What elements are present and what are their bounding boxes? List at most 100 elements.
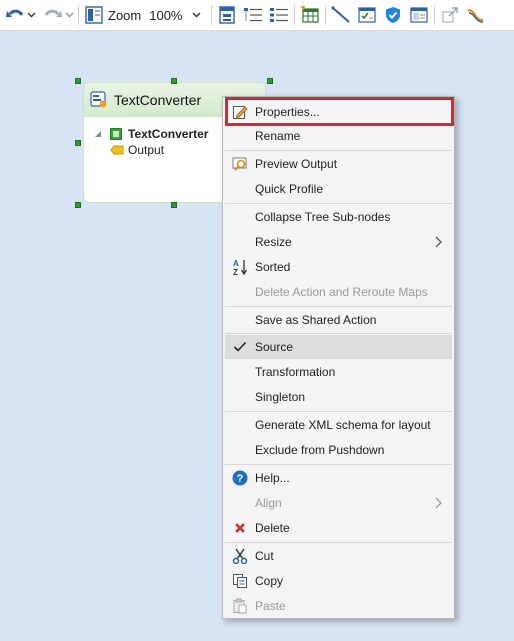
copy-icon (233, 574, 247, 588)
undo-dropdown[interactable] (26, 3, 36, 27)
toolbar-divider (211, 5, 213, 25)
menu-item-label: Resize (255, 235, 292, 249)
menu-item-label: Exclude from Pushdown (255, 443, 385, 457)
layout-icon (85, 6, 103, 24)
resize-handle[interactable] (75, 202, 81, 208)
menu-separator (225, 333, 452, 334)
route-icon (468, 9, 484, 23)
resize-handle[interactable] (171, 202, 177, 208)
highlight-annotation (225, 97, 454, 126)
svg-text:?: ? (237, 473, 244, 485)
resize-handle[interactable] (267, 78, 273, 84)
menu-item-save-shared-action[interactable]: Save as Shared Action (225, 308, 452, 332)
scissors-icon (232, 548, 248, 564)
layout-button[interactable] (83, 3, 105, 27)
line-icon (331, 6, 351, 23)
help-icon: ? (232, 470, 248, 486)
menu-item-sorted[interactable]: A Z Sorted (225, 255, 452, 279)
chevron-down-icon (27, 12, 35, 18)
tree-list-button[interactable] (242, 3, 264, 27)
output-icon (110, 145, 124, 155)
chevron-right-icon (435, 497, 442, 509)
menu-item-help[interactable]: ? Help... (225, 466, 452, 490)
tree-list2-button[interactable] (268, 3, 290, 27)
record-icon (110, 128, 122, 140)
undo-icon (6, 9, 24, 17)
menu-item-source[interactable]: Source (225, 335, 452, 359)
redo-button[interactable] (42, 3, 64, 27)
menu-item-label: Delete Action and Reroute Maps (255, 285, 428, 299)
menu-item-exclude-pushdown[interactable]: Exclude from Pushdown (225, 438, 452, 462)
menu-item-preview-output[interactable]: Preview Output (225, 152, 452, 176)
menu-item-label: Align (255, 496, 282, 510)
resize-handle[interactable] (75, 140, 81, 146)
menu-item-generate-xml-schema[interactable]: Generate XML schema for layout (225, 413, 452, 437)
menu-item-collapse-tree[interactable]: Collapse Tree Sub-nodes (225, 205, 452, 229)
grid-table-icon (301, 6, 320, 23)
menu-item-label: Preview Output (255, 157, 338, 171)
menu-item-label: Help... (255, 471, 290, 485)
tree-child-item[interactable]: Output (110, 143, 164, 157)
menu-item-singleton[interactable]: Singleton (225, 385, 452, 409)
node-title: TextConverter (114, 92, 202, 108)
menu-item-label: Collapse Tree Sub-nodes (255, 210, 391, 224)
toolbar: Zoom 100% (0, 0, 514, 31)
expand-icon (442, 7, 459, 23)
undo-button[interactable] (4, 3, 26, 27)
sort-az-icon: A Z (233, 259, 248, 276)
menu-item-label: Paste (255, 599, 286, 613)
resize-handle[interactable] (75, 78, 81, 84)
menu-item-label: Cut (255, 549, 274, 563)
diagram-button[interactable] (216, 3, 238, 27)
menu-item-cut[interactable]: Cut (225, 544, 452, 568)
form-button[interactable] (356, 3, 378, 27)
menu-item-label: Source (255, 340, 294, 354)
preview-icon (232, 157, 247, 171)
menu-item-quick-profile[interactable]: Quick Profile (225, 177, 452, 201)
tree-root-item[interactable]: TextConverter (94, 127, 208, 141)
tree-list-icon (244, 8, 263, 22)
menu-item-rename[interactable]: Rename (225, 124, 452, 148)
zoom-select[interactable]: 100% (145, 4, 205, 26)
shield-icon (386, 7, 401, 23)
zoom-label: Zoom (108, 7, 142, 23)
menu-item-label: Copy (255, 574, 284, 588)
menu-item-label: Save as Shared Action (255, 313, 377, 327)
shield-button[interactable] (382, 3, 404, 27)
grid-table-button[interactable] (299, 3, 321, 27)
menu-item-align[interactable]: Align (225, 491, 452, 515)
menu-item-label: Singleton (255, 390, 306, 404)
menu-separator (225, 306, 452, 307)
redo-dropdown[interactable] (64, 3, 74, 27)
line-button[interactable] (330, 3, 352, 27)
menu-separator (225, 542, 452, 543)
menu-item-delete-action-reroute[interactable]: Delete Action and Reroute Maps (225, 280, 452, 304)
menu-separator (225, 464, 452, 465)
menu-item-paste[interactable]: Paste (225, 594, 452, 618)
menu-item-resize[interactable]: Resize (225, 230, 452, 254)
toolbar-divider (294, 5, 296, 25)
svg-text:Z: Z (233, 268, 238, 276)
chevron-down-icon (192, 12, 201, 18)
tree-list2-icon (270, 8, 289, 22)
tree-child-label: Output (128, 143, 165, 157)
menu-item-delete[interactable]: Delete (225, 516, 452, 540)
toolbar-divider (434, 5, 436, 25)
menu-separator (225, 411, 452, 412)
resize-handle[interactable] (171, 78, 177, 84)
menu-item-label: Transformation (255, 365, 336, 379)
form-icon (358, 7, 377, 23)
menu-item-label: Rename (255, 129, 301, 143)
chevron-right-icon (435, 236, 442, 248)
diagram-icon (219, 6, 236, 24)
expand-button[interactable] (439, 3, 461, 27)
menu-item-label: Sorted (255, 260, 291, 274)
menu-item-copy[interactable]: Copy (225, 569, 452, 593)
window-button[interactable] (408, 3, 430, 27)
route-button[interactable] (465, 3, 487, 27)
expand-triangle-icon (95, 131, 101, 137)
menu-item-transformation[interactable]: Transformation (225, 360, 452, 384)
context-menu: Properties... Rename Preview Output Quic… (222, 96, 455, 619)
paste-icon (233, 598, 247, 614)
checkmark-icon (233, 341, 247, 352)
